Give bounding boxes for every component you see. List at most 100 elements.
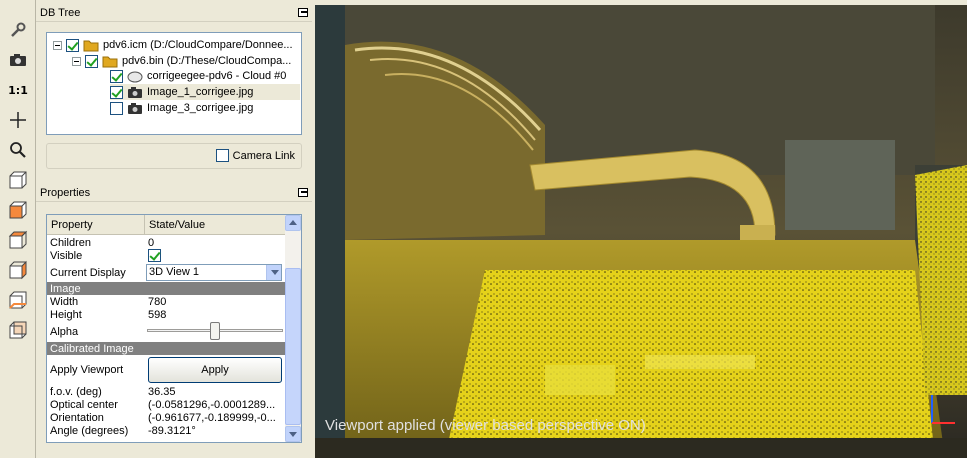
view-toolbar: 1:1 (0, 0, 36, 458)
property-value (145, 249, 285, 262)
tree-item-image-1[interactable]: Image_1_corrigee.jpg (110, 84, 300, 100)
camera-link-label: Camera Link (232, 149, 295, 162)
point-cloud-render (315, 5, 967, 458)
property-value: -89.3121° (148, 424, 196, 437)
property-key: Orientation (50, 411, 104, 424)
properties-title: Properties (40, 187, 91, 199)
property-value: 3D View 1 (145, 264, 285, 281)
wrench-icon[interactable] (6, 18, 30, 42)
scroll-thumb[interactable] (285, 268, 301, 425)
scroll-up-icon[interactable] (285, 215, 301, 231)
cloudcompare-window: 1:1 DB Tree pdv6.icm (D:/CloudCompare/Do… (0, 0, 967, 458)
view-cube-right-icon[interactable] (6, 258, 30, 282)
property-key: Visible (50, 249, 83, 262)
zoom-icon[interactable] (6, 138, 30, 162)
property-value: (-0.961677,-0.189999,-0... (148, 411, 276, 424)
folder-icon (102, 56, 118, 68)
crosshair-icon[interactable] (6, 108, 30, 132)
property-row: Apply Viewport Apply (47, 355, 285, 385)
tree-item-label: Image_3_corrigee.jpg (147, 102, 254, 114)
properties-table[interactable]: Property State/Value Children 0 Visible … (46, 214, 302, 443)
property-row: Height 598 (47, 308, 285, 321)
property-key: Width (50, 295, 79, 308)
camera-icon (128, 87, 142, 98)
property-key: f.o.v. (deg) (50, 385, 102, 398)
scroll-down-icon[interactable] (285, 426, 301, 442)
3d-viewport[interactable]: Viewport applied (viewer based perspecti… (315, 5, 967, 458)
property-key: Children (50, 236, 91, 249)
db-tree[interactable]: pdv6.icm (D:/CloudCompare/Donnee... pdv6… (46, 32, 302, 135)
section-label: Image (50, 282, 81, 295)
property-value: 598 (148, 308, 167, 321)
property-row: Optical center (-0.0581296,-0.0001289... (47, 398, 285, 411)
property-value: (-0.0581296,-0.0001289... (148, 398, 276, 411)
property-row: Angle (degrees) -89.3121° (47, 424, 285, 437)
tree-item-pdv6-bin[interactable]: pdv6.bin (D:/These/CloudCompa... (72, 53, 291, 69)
camera-icon[interactable] (6, 48, 30, 72)
property-key: Angle (degrees) (50, 424, 129, 437)
cloud-icon (127, 71, 143, 83)
camera-link-toggle[interactable]: Camera Link (215, 149, 295, 162)
property-key: Height (50, 308, 82, 321)
alpha-slider-handle[interactable] (210, 322, 220, 340)
current-display-select[interactable]: 3D View 1 (146, 264, 282, 281)
db-tree-title: DB Tree (40, 7, 81, 19)
property-row: Width 780 (47, 295, 285, 308)
view-cube-front-icon[interactable] (6, 168, 30, 192)
properties-header: Property State/Value (47, 215, 285, 235)
tree-item-checkbox[interactable] (110, 69, 123, 83)
camera-link-checkbox[interactable] (215, 149, 229, 162)
view-cube-back-icon[interactable] (6, 318, 30, 342)
viewport-footer (315, 438, 967, 458)
apply-viewport-button[interactable]: Apply (148, 357, 282, 383)
column-header-value: State/Value (149, 219, 206, 231)
property-row: Children 0 (47, 236, 285, 249)
tree-item-checkbox[interactable] (66, 38, 79, 52)
view-cube-top-icon[interactable] (6, 198, 30, 222)
collapse-icon[interactable] (53, 40, 62, 50)
tree-item-label: Image_1_corrigee.jpg (147, 86, 254, 98)
property-row: f.o.v. (deg) 36.35 (47, 385, 285, 398)
undock-icon[interactable] (298, 8, 308, 17)
tree-item-image-3[interactable]: Image_3_corrigee.jpg (110, 100, 253, 116)
tree-item-cloud[interactable]: corrigeegee-pdv6 - Cloud #0 (110, 68, 286, 84)
tree-item-pdv6-icm[interactable]: pdv6.icm (D:/CloudCompare/Donnee... (53, 37, 293, 53)
property-value: Apply (145, 357, 285, 383)
property-key: Alpha (50, 325, 79, 338)
property-row: Current Display 3D View 1 (47, 263, 285, 282)
property-key: Apply Viewport (50, 364, 124, 376)
property-row: Orientation (-0.961677,-0.189999,-0... (47, 411, 285, 424)
folder-icon (83, 40, 99, 52)
property-value: 36.35 (148, 385, 176, 398)
property-value: 0 (148, 236, 155, 249)
section-label: Calibrated Image (50, 342, 134, 355)
tree-item-checkbox[interactable] (110, 85, 123, 99)
viewport-status-message: Viewport applied (viewer based perspecti… (325, 417, 646, 434)
property-key: Current Display (50, 266, 126, 279)
camera-link-group: Camera Link (46, 143, 302, 169)
tree-item-checkbox[interactable] (110, 101, 123, 115)
properties-scrollbar[interactable] (285, 215, 301, 442)
tree-item-label: pdv6.icm (D:/CloudCompare/Donnee... (103, 39, 293, 51)
tree-item-label: pdv6.bin (D:/These/CloudCompa... (122, 55, 292, 67)
column-header-property: Property (47, 215, 145, 234)
current-display-value: 3D View 1 (149, 266, 199, 278)
undock-icon[interactable] (298, 188, 308, 197)
collapse-icon[interactable] (72, 56, 81, 66)
one-to-one-icon[interactable]: 1:1 (6, 78, 30, 102)
tree-item-label: corrigeegee-pdv6 - Cloud #0 (147, 70, 287, 82)
one-to-one-label: 1:1 (8, 83, 28, 97)
view-cube-left-icon[interactable] (6, 228, 30, 252)
view-cube-bottom-icon[interactable] (6, 288, 30, 312)
db-tree-title-bar: DB Tree (36, 4, 312, 22)
tree-item-checkbox[interactable] (85, 54, 98, 68)
properties-title-bar: Properties (36, 184, 312, 202)
section-header-image: Image (47, 282, 285, 295)
property-row: Visible (47, 249, 285, 262)
visible-checkbox[interactable] (148, 249, 161, 262)
section-header-calibrated: Calibrated Image (47, 342, 285, 355)
property-key: Optical center (50, 398, 118, 411)
camera-icon (128, 103, 142, 114)
property-value: 780 (148, 295, 167, 308)
chevron-down-icon[interactable] (266, 265, 281, 280)
